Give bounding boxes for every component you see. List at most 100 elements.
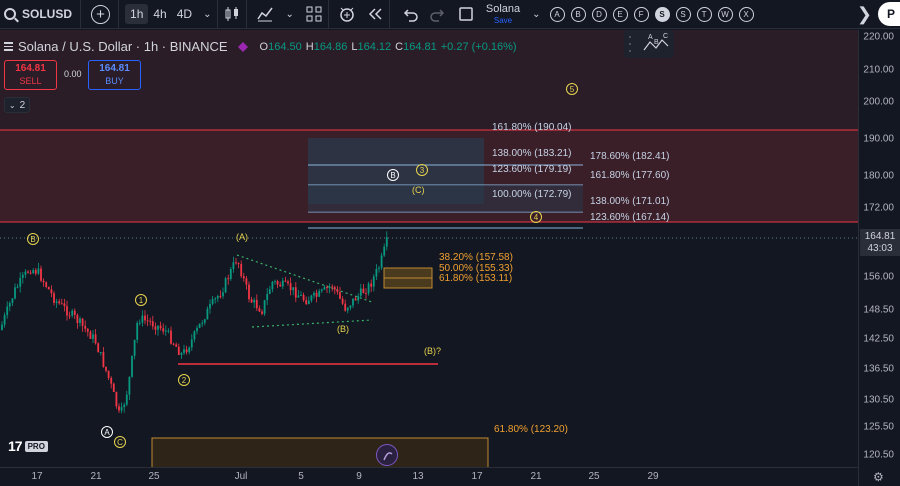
timeframe-4d[interactable]: 4D — [172, 4, 197, 24]
wave-label-a-paren: (A) — [236, 232, 248, 242]
candle-body — [344, 303, 347, 311]
toolbar-divider — [327, 0, 329, 29]
candle-body — [354, 298, 357, 301]
letter-button-w[interactable]: W — [717, 6, 733, 22]
price-tick: 210.00 — [863, 64, 894, 76]
chevron-down-icon[interactable]: ⌄ — [526, 9, 546, 20]
candle-body — [227, 278, 230, 280]
elliott-wave-tool[interactable]: A B C — [624, 30, 674, 58]
diamond-icon — [237, 41, 248, 52]
settings-icon[interactable]: ⚙ — [873, 470, 884, 484]
price-axis[interactable]: 220.00 210.00 200.00 190.00 180.00 172.0… — [858, 30, 900, 486]
time-axis[interactable]: 17 21 25 Jul 5 9 13 17 21 25 29 — [0, 467, 858, 486]
candle-body — [318, 290, 321, 297]
retracement-label: 61.80% (153.11) — [439, 273, 513, 284]
replay-icon[interactable] — [361, 0, 389, 29]
candle-body — [63, 303, 66, 307]
candle-body — [320, 289, 323, 291]
chevron-right-icon[interactable]: ❯ — [857, 4, 872, 25]
timeframe-4h[interactable]: 4h — [148, 4, 171, 24]
layout-selector[interactable]: Solana Save — [485, 2, 521, 25]
indicators-collapse-button[interactable]: ⌄ 2 — [4, 97, 30, 113]
candle-body — [266, 293, 269, 301]
symbol-label: SOLUSD — [22, 7, 73, 21]
top-toolbar: SOLUSD + 1h 4h 4D ⌄ ⌄ Solana Save ⌄ A B … — [0, 0, 900, 29]
candle-body — [76, 314, 79, 324]
letter-button-t[interactable]: T — [696, 6, 712, 22]
chevron-down-icon[interactable]: ⌄ — [279, 9, 299, 20]
templates-icon[interactable] — [300, 0, 328, 29]
undo-icon[interactable] — [396, 0, 424, 29]
candle-body — [193, 331, 196, 340]
candle-body — [97, 343, 100, 353]
letter-button-b[interactable]: B — [570, 6, 586, 22]
price-tick: 180.00 — [863, 170, 894, 182]
redo-icon[interactable] — [424, 0, 452, 29]
layout-name: Solana — [485, 2, 521, 15]
fullscreen-icon[interactable] — [452, 0, 480, 29]
letter-button-a[interactable]: A — [549, 6, 565, 22]
chart-legend: Solana / U.S. Dollar · 1h · BINANCE O 164… — [4, 39, 517, 54]
candle-body — [157, 325, 159, 330]
candle-body — [37, 268, 40, 274]
candle-body — [261, 311, 263, 314]
time-tick: 21 — [530, 471, 542, 482]
chart-pane[interactable]: 161.80% (190.04) 138.00% (183.21) 123.60… — [0, 30, 858, 467]
legend-title[interactable]: Solana / U.S. Dollar · 1h · BINANCE — [18, 39, 228, 54]
candle-body — [201, 322, 204, 324]
wave-label-c-paren: (C) — [412, 185, 425, 195]
sell-label: SELL — [19, 76, 42, 86]
indicators-icon[interactable] — [251, 0, 279, 29]
fib-label: 161.80% (190.04) — [492, 122, 572, 133]
price-tick: 142.50 — [863, 333, 894, 345]
wave-label-4: 4 — [530, 211, 542, 223]
candle-body — [170, 330, 172, 344]
letter-button-d[interactable]: D — [591, 6, 607, 22]
chevron-down-icon[interactable]: ⌄ — [197, 9, 217, 20]
wave-label-b-paren: (B) — [337, 324, 349, 334]
candle-body — [331, 286, 334, 288]
candle-body — [209, 303, 211, 309]
drawing-tool-button[interactable] — [376, 444, 398, 466]
letter-button-e[interactable]: E — [612, 6, 628, 22]
candle-body — [383, 246, 386, 256]
candle-body — [11, 298, 14, 303]
candle-body — [73, 310, 76, 315]
candle-body — [245, 278, 248, 285]
time-tick: 13 — [412, 471, 424, 482]
buy-button[interactable]: 164.81 BUY — [88, 60, 141, 90]
letter-button-f[interactable]: F — [633, 6, 649, 22]
time-tick: 25 — [148, 471, 160, 482]
tradingview-logo[interactable]: 17 PRO — [8, 438, 48, 454]
layout-status: Save — [493, 15, 513, 25]
sell-button[interactable]: 164.81 SELL — [4, 60, 57, 90]
menu-icon[interactable] — [4, 40, 13, 53]
fib-label: 123.60% (179.19) — [492, 164, 572, 175]
candle-body — [58, 301, 61, 304]
timeframe-1h[interactable]: 1h — [125, 4, 149, 24]
retracement-label: 38.20% (157.58) — [439, 252, 513, 263]
candle-body — [133, 339, 136, 356]
candle-body — [34, 270, 37, 274]
profile-button[interactable]: P — [878, 2, 900, 26]
letter-button-x[interactable]: X — [738, 6, 754, 22]
candle-body — [380, 255, 383, 268]
candle-body — [281, 280, 284, 287]
candle-body — [120, 407, 123, 411]
price-tick: 190.00 — [863, 133, 894, 145]
symbol-search[interactable]: SOLUSD — [0, 0, 82, 29]
candle-body — [279, 284, 282, 287]
alert-icon[interactable] — [333, 0, 361, 29]
wave-label-1: 1 — [135, 294, 147, 306]
price-tick: 125.50 — [863, 421, 894, 433]
candle-body — [276, 281, 279, 285]
candle-body — [60, 303, 63, 305]
letter-button-s-active[interactable]: S — [654, 6, 670, 22]
compare-add-button[interactable]: + — [91, 4, 111, 24]
candles-icon[interactable] — [218, 0, 246, 29]
time-tick: 17 — [31, 471, 43, 482]
candle-body — [123, 404, 126, 408]
letter-button-s[interactable]: S — [675, 6, 691, 22]
candle-body — [27, 271, 29, 273]
candle-body — [253, 299, 256, 303]
